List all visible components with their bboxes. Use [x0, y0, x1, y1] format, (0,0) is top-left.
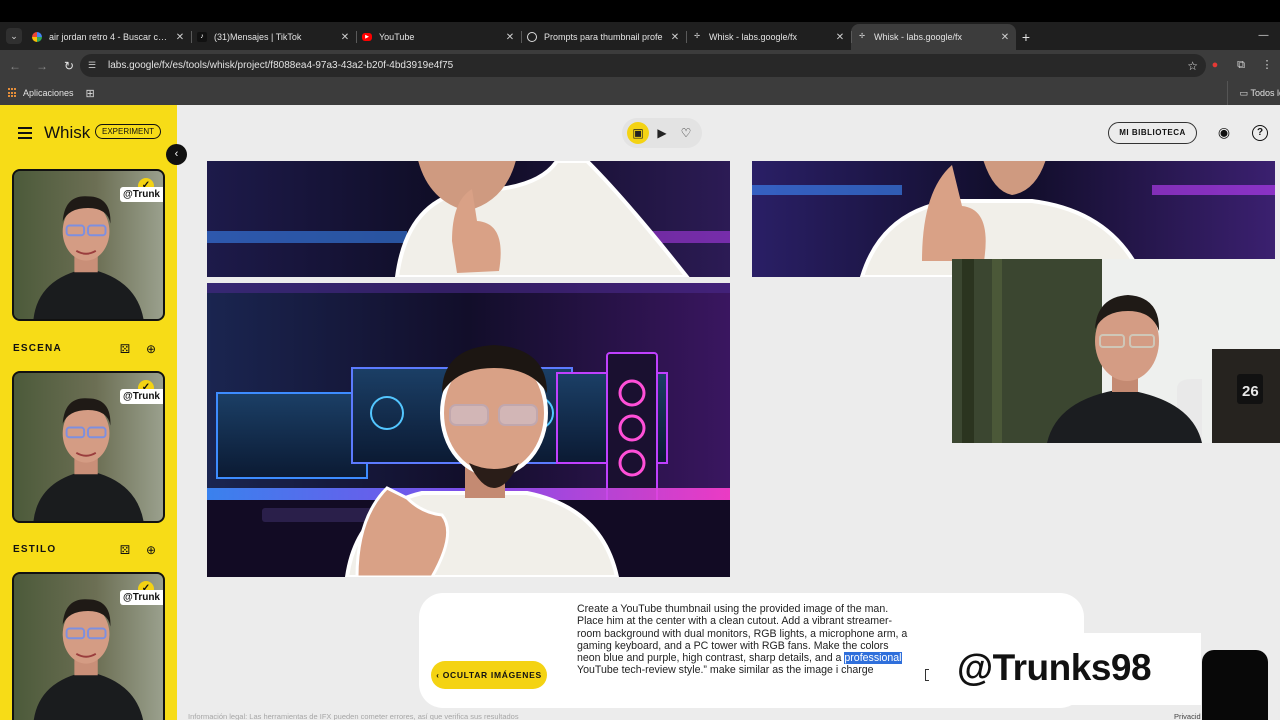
tab-title: air jordan retro 4 - Buscar con G	[49, 32, 171, 42]
tab-tiktok[interactable]: ♪ (31)Mensajes | TikTok ✕	[191, 24, 356, 50]
svg-text:26: 26	[1242, 383, 1259, 400]
generated-image-3-art	[207, 283, 730, 577]
tab-list: air jordan retro 4 - Buscar con G ✕ ♪ (3…	[26, 24, 1036, 50]
chevron-left-icon: ‹	[436, 670, 443, 680]
menu-icon[interactable]: ⋮	[1254, 54, 1280, 77]
extension-icon[interactable]: ●	[1202, 54, 1228, 77]
new-tab-button[interactable]: +	[1016, 24, 1036, 50]
reload-icon[interactable]: ↻	[57, 54, 81, 78]
tiktok-icon: ♪	[197, 32, 207, 42]
add-icon[interactable]: ⊕	[145, 343, 157, 355]
tab-google[interactable]: air jordan retro 4 - Buscar con G ✕	[26, 24, 191, 50]
tab-title: (31)Mensajes | TikTok	[214, 32, 302, 42]
bookmarks-bar: Aplicaciones ⊞ ▭ Todos lo	[0, 81, 1280, 105]
scene-tag: @Trunk	[120, 389, 163, 404]
dice-icon[interactable]: ⚄	[119, 544, 131, 556]
grid-icon[interactable]: ⊞	[86, 87, 95, 100]
os-top-bar	[0, 0, 1280, 22]
add-icon[interactable]: ⊕	[145, 544, 157, 556]
bookmark-star-icon[interactable]: ☆	[1187, 59, 1198, 73]
scene-actions: ⚄ ⊕	[119, 343, 157, 355]
close-icon[interactable]: ✕	[670, 32, 680, 43]
generated-image-1[interactable]	[207, 161, 730, 277]
tab-title: Whisk - labs.google/fx	[874, 32, 963, 42]
tab-search-icon[interactable]: ⌄	[6, 28, 22, 44]
tab-youtube[interactable]: ▶ YouTube ✕	[356, 24, 521, 50]
back-icon[interactable]: ←	[3, 54, 27, 78]
dice-icon[interactable]: ⚄	[119, 343, 131, 355]
extensions-area: ● ⧉ ⋮	[1202, 54, 1280, 77]
apps-icon	[8, 88, 18, 98]
bookmark-apps[interactable]: Aplicaciones	[8, 88, 74, 98]
app-title: Whisk	[44, 123, 91, 142]
generated-image-3[interactable]	[207, 283, 730, 577]
mode-switcher: ▣ ▶ ♡	[622, 118, 702, 148]
favorites-heart-icon[interactable]: ♡	[675, 122, 697, 144]
site-info-icon[interactable]: ☰	[88, 60, 100, 71]
puzzle-icon[interactable]: ⧉	[1228, 54, 1254, 77]
chatgpt-icon	[527, 32, 537, 42]
tab-title: Prompts para thumbnail profe	[544, 32, 663, 42]
style-section-title: ESTILO	[13, 544, 57, 555]
youtube-icon: ▶	[362, 33, 372, 41]
tab-chatgpt[interactable]: Prompts para thumbnail profe ✕	[521, 24, 686, 50]
webcam-art: 26	[952, 259, 1280, 443]
all-bookmarks[interactable]: ▭ Todos lo	[1226, 81, 1280, 105]
whisk-icon: ✢	[859, 33, 865, 40]
hamburger-icon[interactable]	[18, 127, 32, 142]
tab-strip: ⌄ air jordan retro 4 - Buscar con G ✕ ♪ …	[0, 22, 1280, 50]
close-icon[interactable]: ✕	[340, 32, 350, 43]
close-icon[interactable]: ✕	[175, 32, 185, 43]
prompt-text-end: YouTube tech-review style.” make similar…	[577, 664, 874, 677]
streamer-handle-overlay: @Trunks98	[929, 633, 1201, 705]
experiment-badge: EXPERIMENT	[95, 124, 162, 139]
scene-section-title: ESCENA	[13, 343, 62, 354]
whisk-icon: ✢	[694, 33, 700, 40]
window-controls: —	[1247, 22, 1280, 50]
minimize-icon[interactable]: —	[1247, 22, 1280, 50]
hide-images-label: OCULTAR IMÁGENES	[442, 670, 542, 680]
browser-toolbar: ← → ↻ ☰ labs.google/fx/es/tools/whisk/pr…	[0, 50, 1280, 81]
image-mode-icon[interactable]: ▣	[627, 122, 649, 144]
tab-title: Whisk - labs.google/fx	[709, 32, 798, 42]
selected-word: professional	[844, 652, 902, 665]
help-icon[interactable]: ?	[1252, 125, 1268, 141]
screen: ⌄ air jordan retro 4 - Buscar con G ✕ ♪ …	[0, 0, 1280, 720]
google-icon	[32, 32, 42, 42]
webcam-overlay: 26	[952, 259, 1280, 443]
overlay-dark-shape	[1202, 650, 1268, 720]
style-actions: ⚄ ⊕	[119, 544, 157, 556]
folder-icon: ▭	[1239, 88, 1251, 98]
scene-card[interactable]: ✓ @Trunk	[12, 371, 165, 523]
privacy-link[interactable]: Privacid	[1174, 712, 1201, 720]
streamer-handle: @Trunks98	[957, 647, 1152, 688]
url-text: labs.google/fx/es/tools/whisk/project/f8…	[108, 60, 454, 71]
bookmark-label: Todos lo	[1250, 88, 1280, 98]
subject-tag: @Trunk	[120, 187, 163, 202]
close-icon[interactable]: ✕	[835, 32, 845, 43]
video-mode-icon[interactable]: ▶	[651, 122, 673, 144]
tab-whisk-active[interactable]: ✢ Whisk - labs.google/fx ✕	[851, 24, 1016, 50]
style-card[interactable]: ✓ @Trunk	[12, 572, 165, 720]
my-library-button[interactable]: MI BIBLIOTECA	[1108, 122, 1197, 144]
address-bar[interactable]: ☰ labs.google/fx/es/tools/whisk/project/…	[80, 54, 1206, 77]
subject-card[interactable]: ✓ @Trunk	[12, 169, 165, 321]
legal-footer: Información legal: Las herramientas de I…	[188, 712, 519, 720]
tab-whisk[interactable]: ✢ Whisk - labs.google/fx ✕	[686, 24, 851, 50]
whisk-app: Whisk EXPERIMENT ✓ @Trunk ESCENA ⚄ ⊕ ✓ @…	[0, 105, 1280, 720]
hide-images-button[interactable]: ‹ OCULTAR IMÁGENES	[431, 661, 547, 689]
close-icon[interactable]: ✕	[505, 32, 515, 43]
generated-image-1-art	[207, 161, 730, 277]
discord-icon[interactable]: ◉	[1214, 125, 1234, 139]
tab-title: YouTube	[379, 32, 415, 42]
prompt-textarea[interactable]: Create a YouTube thumbnail using the pro…	[577, 603, 912, 677]
bookmark-label: Aplicaciones	[23, 88, 74, 98]
style-tag: @Trunk	[120, 590, 163, 605]
collapse-sidebar-button[interactable]: ‹	[166, 144, 187, 165]
close-icon[interactable]: ✕	[1000, 32, 1010, 43]
forward-icon[interactable]: →	[30, 54, 54, 78]
sidebar: Whisk EXPERIMENT ✓ @Trunk ESCENA ⚄ ⊕ ✓ @…	[0, 105, 177, 720]
